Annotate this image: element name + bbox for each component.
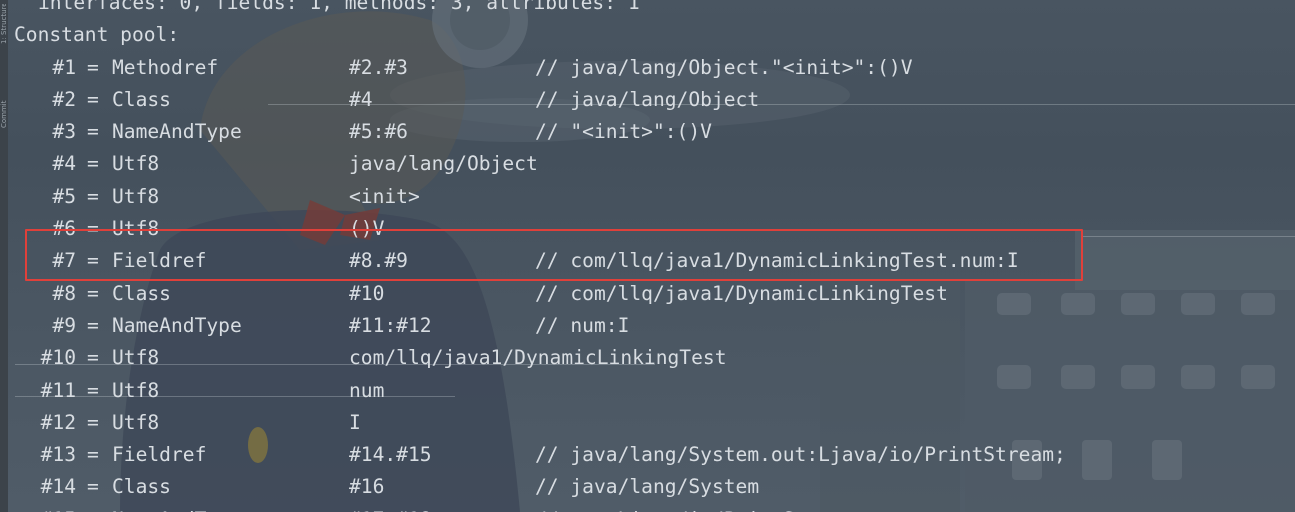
- entry-equals: =: [87, 152, 99, 176]
- entry-comment: // com/llq/java1/DynamicLinkingTest: [535, 281, 948, 305]
- entry-comment: // java/lang/System: [535, 475, 760, 499]
- constant-pool-list: #1 = Methodref #2.#3 // java/lang/Object."<i…: [14, 52, 1284, 512]
- entry-index: #14: [40, 475, 76, 499]
- entry-index: #3: [52, 120, 76, 144]
- entry-type: Utf8: [112, 184, 160, 208]
- entry-index: #1: [52, 55, 76, 79]
- constant-pool-entry: #9 = NameAndType #11:#12 // num:I: [14, 310, 1284, 342]
- entry-comment: // num:I: [535, 313, 630, 337]
- entry-comment: // java/lang/System.out:Ljava/io/PrintSt…: [535, 443, 1066, 467]
- entry-ref: #4: [349, 87, 373, 111]
- constant-pool-entry: #8 = Class #10 // com/llq/java1/DynamicLinki…: [14, 278, 1284, 310]
- entry-ref: #16: [349, 475, 385, 499]
- section-title: Constant pool:: [14, 23, 180, 47]
- entry-index: #2: [52, 87, 76, 111]
- entry-type: Utf8: [112, 346, 160, 370]
- entry-type: Utf8: [112, 152, 160, 176]
- entry-index: #11: [40, 378, 76, 402]
- entry-type: Utf8: [112, 378, 160, 402]
- entry-equals: =: [87, 378, 99, 402]
- constant-pool-entry: #15 = NameAndType #17:#18 // out:Ljava/io/Pr…: [14, 504, 1284, 512]
- entry-ref: #14.#15: [349, 443, 432, 467]
- constant-pool-entry: #4 = Utf8 java/lang/Object: [14, 148, 1284, 180]
- entry-comment: // java/lang/Object: [535, 87, 760, 111]
- entry-type: Class: [112, 475, 171, 499]
- constant-pool-entry: #12 = Utf8 I: [14, 407, 1284, 439]
- entry-ref: #2.#3: [349, 55, 408, 79]
- header-line: interfaces: 0, fields: 1, methods: 3, at…: [14, 0, 1284, 19]
- constant-pool-entry: #14 = Class #16 // java/lang/System: [14, 471, 1284, 503]
- entry-type: Fieldref: [112, 443, 207, 467]
- entry-index: #15: [14, 504, 76, 512]
- entry-index: #4: [52, 152, 76, 176]
- section-title-line: Constant pool:: [14, 19, 1284, 51]
- entry-index: #13: [40, 443, 76, 467]
- entry-equals: =: [87, 475, 99, 499]
- entry-equals: =: [87, 443, 99, 467]
- entry-type: Utf8: [112, 410, 160, 434]
- constant-pool-entry: #3 = NameAndType #5:#6 // "<init>":()V: [14, 116, 1284, 148]
- entry-ref: #10: [349, 281, 385, 305]
- constant-pool-entry: #10 = Utf8 com/llq/java1/DynamicLinkingTest: [14, 342, 1284, 374]
- constant-pool-entry: #13 = Fieldref #14.#15 // java/lang/System.o…: [14, 439, 1284, 471]
- highlight-box: [25, 229, 1083, 281]
- entry-index: #9: [52, 313, 76, 337]
- entry-equals: =: [87, 410, 99, 434]
- entry-ref: num: [349, 378, 385, 402]
- commit-tab[interactable]: Commit: [0, 78, 8, 129]
- terminal-window: 1: Structure Commit interfaces: 0, field…: [0, 0, 1295, 512]
- entry-equals: =: [87, 120, 99, 144]
- entry-equals: =: [87, 87, 99, 111]
- entry-type: Class: [112, 281, 171, 305]
- entry-comment: // java/lang/Object."<init>":()V: [535, 55, 913, 79]
- entry-equals: =: [87, 184, 99, 208]
- entry-type: NameAndType: [112, 504, 242, 512]
- entry-ref: #5:#6: [349, 120, 408, 144]
- entry-index: #8: [52, 281, 76, 305]
- entry-ref: I: [349, 410, 361, 434]
- constant-pool-entry: #5 = Utf8 <init>: [14, 181, 1284, 213]
- entry-ref: java/lang/Object: [349, 152, 538, 176]
- entry-type: NameAndType: [112, 313, 242, 337]
- entry-equals: =: [87, 313, 99, 337]
- constant-pool-entry: #2 = Class #4 // java/lang/Object: [14, 84, 1284, 116]
- entry-type: NameAndType: [112, 120, 242, 144]
- entry-equals: =: [87, 281, 99, 305]
- entry-equals: =: [87, 55, 99, 79]
- entry-ref: #11:#12: [349, 313, 432, 337]
- constant-pool-entry: #1 = Methodref #2.#3 // java/lang/Object."<i…: [14, 52, 1284, 84]
- left-tool-strip: 1: Structure Commit: [0, 0, 8, 512]
- structure-tab[interactable]: 1: Structure: [0, 4, 8, 44]
- header-text: interfaces: 0, fields: 1, methods: 3, at…: [38, 0, 640, 14]
- entry-index: #10: [40, 346, 76, 370]
- entry-comment: // "<init>":()V: [535, 120, 712, 144]
- entry-index: #5: [52, 184, 76, 208]
- entry-type: Class: [112, 87, 171, 111]
- constant-pool-entry: #11 = Utf8 num: [14, 375, 1284, 407]
- entry-ref: com/llq/java1/DynamicLinkingTest: [349, 346, 727, 370]
- entry-equals: =: [87, 346, 99, 370]
- entry-equals: =: [87, 504, 99, 512]
- entry-index: #12: [40, 410, 76, 434]
- entry-ref: #17:#18: [349, 504, 432, 512]
- entry-comment: // out:Ljava/io/PrintStream;: [535, 504, 865, 512]
- entry-ref: <init>: [349, 184, 420, 208]
- entry-type: Methodref: [112, 55, 219, 79]
